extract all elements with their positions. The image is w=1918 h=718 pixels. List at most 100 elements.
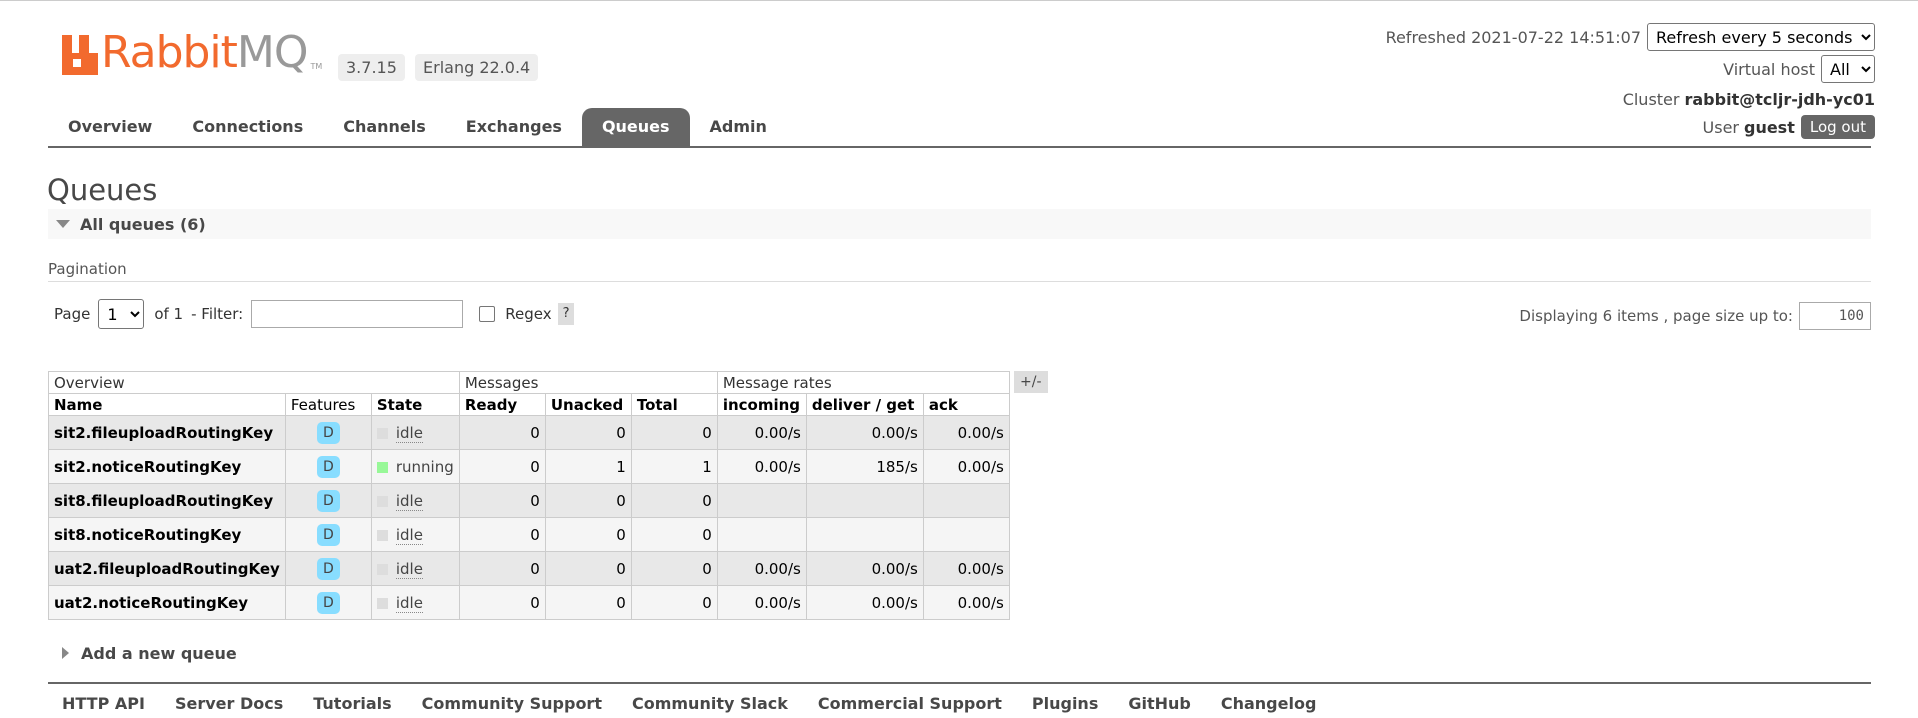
state-cell: idle <box>370 415 460 450</box>
state-cell: idle <box>370 483 460 518</box>
pagination-controls: Page 1 of 1 - Filter: Regex ? <box>54 299 575 329</box>
ack-rate-cell: 0.00/s <box>922 551 1010 586</box>
unacked-cell: 0 <box>544 551 632 586</box>
nav-divider <box>48 146 1871 148</box>
footer-link-community-support[interactable]: Community Support <box>422 694 602 713</box>
footer-link-server-docs[interactable]: Server Docs <box>175 694 283 713</box>
queue-name-link[interactable]: sit8.noticeRoutingKey <box>48 517 286 552</box>
queue-name-link[interactable]: sit2.noticeRoutingKey <box>48 449 286 484</box>
deliver-get-rate-cell: 0.00/s <box>805 415 924 450</box>
ack-rate-cell <box>922 483 1010 518</box>
incoming-rate-cell: 0.00/s <box>716 585 807 620</box>
refresh-interval-select[interactable]: Refresh every 5 seconds <box>1647 23 1875 51</box>
state-label: idle <box>395 559 423 579</box>
features-cell: D <box>284 449 372 484</box>
ack-rate-cell: 0.00/s <box>922 585 1010 620</box>
durable-badge: D <box>316 455 340 478</box>
tab-connections[interactable]: Connections <box>172 108 323 146</box>
col-header-ack[interactable]: ack <box>922 393 1010 416</box>
table-row: sit2.noticeRoutingKey Drunning 0 1 1 0.00/s 18… <box>48 449 1010 484</box>
page-select[interactable]: 1 <box>98 299 145 329</box>
col-header-ready[interactable]: Ready <box>458 393 546 416</box>
state-cell: idle <box>370 585 460 620</box>
state-label: idle <box>395 423 423 443</box>
filter-input[interactable] <box>251 300 464 328</box>
pagination-divider <box>48 281 1871 282</box>
unacked-cell: 1 <box>544 449 632 484</box>
state-label: idle <box>395 525 423 545</box>
all-queues-label: All queues (6) <box>80 214 206 234</box>
total-cell: 1 <box>630 449 718 484</box>
queue-name-link[interactable]: sit8.fileuploadRoutingKey <box>48 483 286 518</box>
state-indicator-icon <box>376 597 388 609</box>
collapsed-triangle-icon <box>62 647 69 659</box>
col-header-state[interactable]: State <box>370 393 460 416</box>
ready-cell: 0 <box>458 483 546 518</box>
tab-exchanges[interactable]: Exchanges <box>446 108 582 146</box>
displaying-label: Displaying 6 items , page size up to: <box>1519 307 1793 325</box>
regex-help-button[interactable]: ? <box>557 303 575 325</box>
page-label: Page <box>54 305 91 323</box>
rabbitmq-logo-icon <box>62 35 98 75</box>
state-cell: running <box>370 449 460 484</box>
footer-link-commercial-support[interactable]: Commercial Support <box>818 694 1002 713</box>
unacked-cell: 0 <box>544 517 632 552</box>
total-cell: 0 <box>630 585 718 620</box>
queue-name-link[interactable]: sit2.fileuploadRoutingKey <box>48 415 286 450</box>
state-label: idle <box>395 491 423 511</box>
rabbitmq-logo[interactable]: RabbitMQ TM <box>62 31 322 75</box>
state-indicator-icon <box>376 461 388 473</box>
group-header-overview: Overview <box>48 371 460 394</box>
queue-name-link[interactable]: uat2.fileuploadRoutingKey <box>48 551 286 586</box>
footer-link-community-slack[interactable]: Community Slack <box>632 694 788 713</box>
footer-link-http-api[interactable]: HTTP API <box>62 694 145 713</box>
deliver-get-rate-cell: 185/s <box>805 449 924 484</box>
footer-divider <box>48 682 1871 684</box>
group-header-message-rates: Message rates <box>716 371 1010 394</box>
tab-queues[interactable]: Queues <box>581 108 690 146</box>
pagination-label: Pagination <box>48 260 127 278</box>
features-cell: D <box>284 551 372 586</box>
col-header-deliver-get[interactable]: deliver / get <box>805 393 924 416</box>
state-indicator-icon <box>376 529 388 541</box>
column-options-button[interactable]: +/- <box>1014 371 1048 393</box>
col-header-unacked[interactable]: Unacked <box>544 393 632 416</box>
logo-trademark: TM <box>310 62 323 71</box>
total-cell: 0 <box>630 517 718 552</box>
main-nav: Overview Connections Channels Exchanges … <box>48 108 787 146</box>
durable-badge: D <box>316 591 340 614</box>
virtual-host-select[interactable]: All <box>1821 55 1875 83</box>
all-queues-section-toggle[interactable]: All queues (6) <box>48 209 1871 239</box>
table-row: uat2.noticeRoutingKey Didle 0 0 0 0.00/s 0.00/… <box>48 585 1010 620</box>
incoming-rate-cell <box>716 517 807 552</box>
tab-admin[interactable]: Admin <box>690 108 787 146</box>
erlang-version-badge: Erlang 22.0.4 <box>415 54 539 81</box>
col-header-name[interactable]: Name <box>48 393 286 416</box>
logout-button[interactable]: Log out <box>1800 115 1875 139</box>
durable-badge: D <box>316 421 340 444</box>
table-row: sit8.fileuploadRoutingKey Didle 0 0 0 <box>48 483 1010 518</box>
ack-rate-cell: 0.00/s <box>922 415 1010 450</box>
ack-rate-cell: 0.00/s <box>922 449 1010 484</box>
queue-name-link[interactable]: uat2.noticeRoutingKey <box>48 585 286 620</box>
deliver-get-rate-cell: 0.00/s <box>805 585 924 620</box>
deliver-get-rate-cell <box>805 517 924 552</box>
footer-link-plugins[interactable]: Plugins <box>1032 694 1098 713</box>
deliver-get-rate-cell <box>805 483 924 518</box>
unacked-cell: 0 <box>544 483 632 518</box>
logo-mq-text: MQ <box>236 27 309 78</box>
tab-overview[interactable]: Overview <box>48 108 172 146</box>
col-header-total[interactable]: Total <box>630 393 718 416</box>
filter-label: - Filter: <box>191 305 244 323</box>
state-indicator-icon <box>376 563 388 575</box>
page-size-input[interactable]: 100 <box>1799 302 1871 330</box>
footer-link-tutorials[interactable]: Tutorials <box>313 694 391 713</box>
col-header-incoming[interactable]: incoming <box>716 393 807 416</box>
footer-link-github[interactable]: GitHub <box>1128 694 1191 713</box>
total-cell: 0 <box>630 551 718 586</box>
tab-channels[interactable]: Channels <box>323 108 446 146</box>
regex-checkbox[interactable] <box>479 306 496 322</box>
footer-links: HTTP API Server Docs Tutorials Community… <box>62 694 1346 713</box>
footer-link-changelog[interactable]: Changelog <box>1221 694 1317 713</box>
add-queue-section-toggle[interactable]: Add a new queue <box>48 641 237 665</box>
